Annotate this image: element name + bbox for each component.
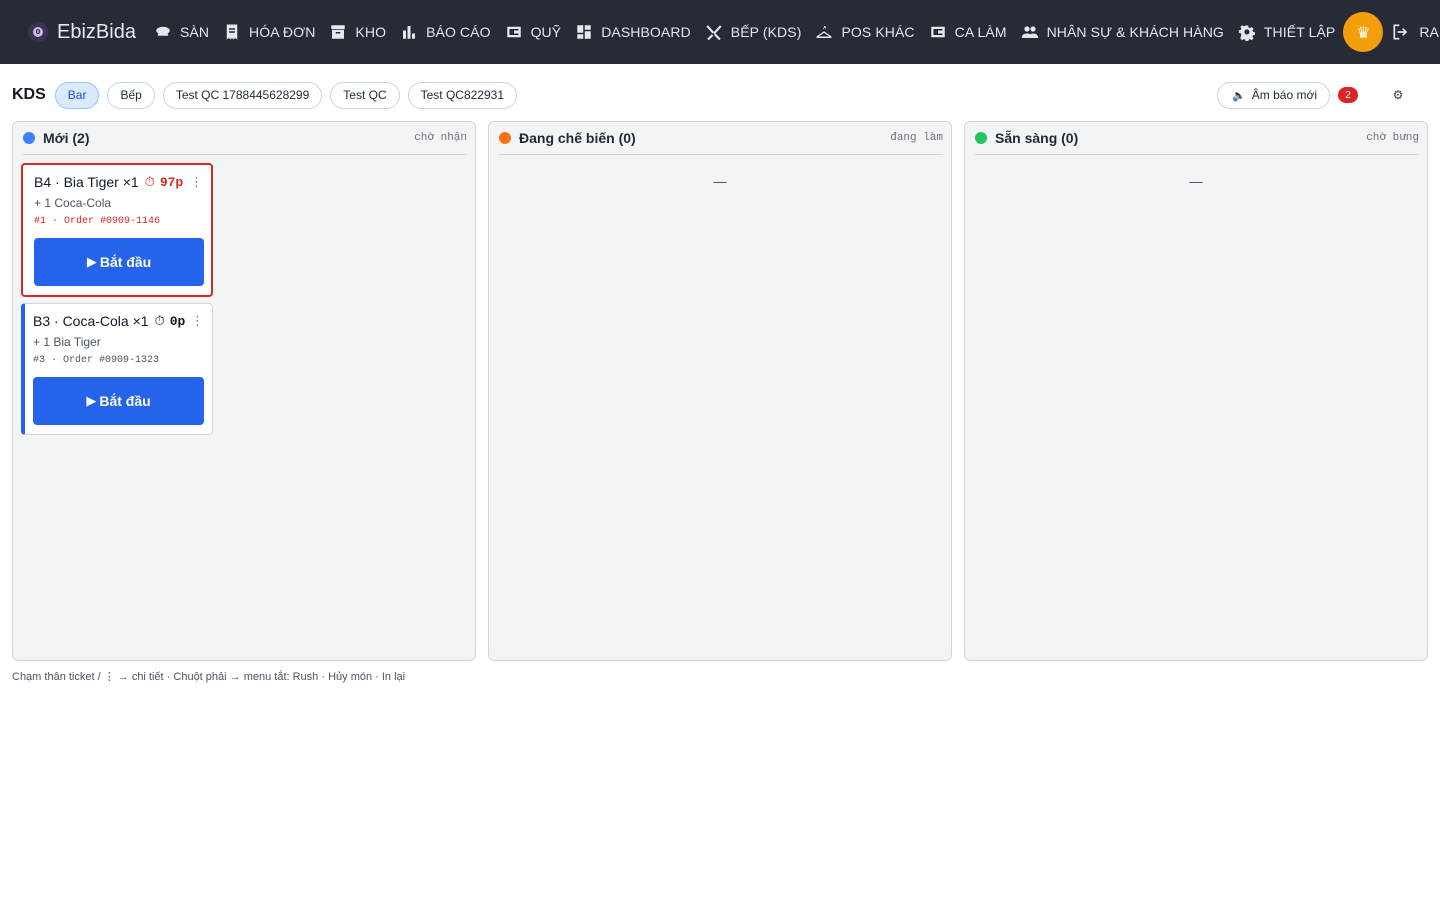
sound-label: Âm báo mới bbox=[1251, 88, 1317, 102]
column-title: Đang chế biến (0) bbox=[519, 130, 636, 146]
hanger-icon bbox=[816, 26, 832, 38]
top-navbar: 0 EbizBida SÀN HÓA ĐƠN KHO BÁO CÁO QUỸ D… bbox=[0, 0, 1440, 64]
column-ready: Sẵn sàng (0) chờ bưng — bbox=[964, 121, 1428, 661]
ticket-title: B4 · Bia Tiger ×1 bbox=[34, 174, 139, 190]
utensils-icon bbox=[706, 25, 722, 41]
nav-item-nhan-su[interactable]: NHÂN SỰ & KHÁCH HÀNG bbox=[1021, 23, 1224, 41]
nav-item-label: BÁO CÁO bbox=[426, 24, 491, 40]
logout-label: RA bbox=[1419, 24, 1439, 40]
nav-item-label: KHO bbox=[355, 24, 387, 40]
crown-icon: ♛ bbox=[1356, 22, 1371, 42]
notification-badge: 2 bbox=[1338, 87, 1358, 103]
start-label: Bắt đầu bbox=[99, 393, 151, 409]
column-subtitle: đang làm bbox=[890, 132, 943, 144]
column-header: Đang chế biến (0) đang làm bbox=[499, 122, 943, 155]
user-avatar[interactable]: ♛ bbox=[1343, 12, 1384, 52]
play-icon: ▶ bbox=[86, 393, 97, 409]
status-dot-icon bbox=[975, 132, 987, 144]
ticket-modifier: + 1 Bia Tiger bbox=[33, 335, 101, 349]
more-options-icon[interactable]: ⋮ bbox=[191, 314, 204, 329]
bar-chart-icon bbox=[403, 26, 416, 39]
empty-placeholder: — bbox=[1189, 174, 1203, 189]
status-dot-icon bbox=[23, 132, 35, 144]
ticket-header: B3 · Coca-Cola ×1 ⏱ 0p ⋮ bbox=[33, 313, 204, 329]
nav-item-label: NHÂN SỰ & KHÁCH HÀNG bbox=[1046, 24, 1224, 40]
ticket-modifier: + 1 Coca-Cola bbox=[34, 196, 112, 210]
ticket-timer: ⏱ 97p bbox=[145, 175, 184, 190]
brand-logo-icon: 0 bbox=[28, 22, 48, 42]
timer-icon: ⏱ bbox=[144, 174, 155, 190]
wallet-icon bbox=[930, 26, 945, 38]
play-icon: ▶ bbox=[86, 254, 97, 270]
station-chip-bep[interactable]: Bếp bbox=[107, 81, 155, 109]
logout-icon bbox=[1393, 24, 1408, 40]
nav-item-bep-kds[interactable]: BẾP (KDS) bbox=[705, 23, 802, 41]
wallet-icon bbox=[506, 26, 521, 38]
ticket-timer: ⏱ 0p bbox=[155, 314, 186, 329]
nav-item-kho[interactable]: KHO bbox=[329, 23, 386, 41]
start-label: Bắt đầu bbox=[99, 254, 152, 270]
timer-icon: ⏱ bbox=[154, 313, 165, 329]
start-button[interactable]: ▶ Bắt đầu bbox=[34, 238, 204, 286]
status-dot-icon bbox=[499, 132, 511, 144]
nav-item-pos-khac[interactable]: POS KHÁC bbox=[815, 23, 915, 41]
brand[interactable]: 0 EbizBida bbox=[28, 21, 136, 44]
ticket-title: B3 · Coca-Cola ×1 bbox=[33, 313, 149, 329]
nav-item-label: CA LÀM bbox=[954, 24, 1007, 40]
kds-toolbar: KDS Bar Bếp Test QC 1788445628299 Test Q… bbox=[12, 81, 1428, 109]
nav-item-ca-lam[interactable]: CA LÀM bbox=[929, 23, 1007, 41]
ticket-card[interactable]: B4 · Bia Tiger ×1 ⏱ 97p ⋮ + 1 Coca-Cola … bbox=[21, 163, 213, 297]
archive-icon bbox=[331, 25, 346, 39]
column-header: Mới (2) chờ nhận bbox=[23, 122, 467, 155]
station-chip-bar[interactable]: Bar bbox=[54, 81, 100, 109]
new-order-sound-button[interactable]: 🔈 Âm báo mới bbox=[1217, 81, 1330, 109]
receipt-icon bbox=[226, 24, 238, 40]
timer-value: 97p bbox=[159, 174, 184, 190]
nav-item-label: THIẾT LẬP bbox=[1263, 24, 1336, 40]
nav-item-san[interactable]: SÀN bbox=[154, 23, 209, 41]
column-in-progress: Đang chế biến (0) đang làm — bbox=[488, 121, 952, 661]
timer-value: 0p bbox=[169, 313, 186, 329]
gear-icon bbox=[1238, 25, 1255, 41]
nav-item-quy[interactable]: QUỸ bbox=[505, 23, 562, 41]
column-title: Mới (2) bbox=[43, 130, 90, 146]
station-chip-test-qc[interactable]: Test QC bbox=[330, 81, 400, 109]
usage-hint: Chạm thân ticket / ⋮ → chi tiết · Chuột … bbox=[12, 671, 406, 683]
nav-item-label: HÓA ĐƠN bbox=[249, 24, 316, 40]
brand-name: EbizBida bbox=[57, 20, 136, 43]
column-title: Sẵn sàng (0) bbox=[995, 130, 1079, 146]
ticket-order-ref: #1 · Order #0909-1146 bbox=[34, 216, 161, 227]
logout-button[interactable]: RA bbox=[1391, 22, 1439, 42]
dashboard-icon bbox=[577, 25, 591, 39]
page-title: KDS bbox=[12, 86, 46, 103]
station-chip-test-qc822931[interactable]: Test QC822931 bbox=[407, 81, 517, 109]
brand-logo-char: 0 bbox=[33, 27, 43, 37]
pool-icon bbox=[156, 26, 170, 36]
column-header: Sẵn sàng (0) chờ bưng bbox=[975, 122, 1419, 155]
ticket-order-ref: #3 · Order #0909-1323 bbox=[33, 355, 160, 366]
empty-placeholder: — bbox=[713, 174, 727, 189]
ticket-header: B4 · Bia Tiger ×1 ⏱ 97p ⋮ bbox=[34, 174, 203, 190]
start-button[interactable]: ▶ Bắt đầu bbox=[33, 377, 204, 425]
ticket-card[interactable]: B3 · Coca-Cola ×1 ⏱ 0p ⋮ + 1 Bia Tiger #… bbox=[21, 303, 213, 435]
more-options-icon[interactable]: ⋮ bbox=[190, 175, 203, 190]
nav-item-hoa-don[interactable]: HÓA ĐƠN bbox=[223, 23, 315, 41]
nav-item-label: DASHBOARD bbox=[601, 24, 691, 40]
speaker-icon: 🔈 bbox=[1232, 88, 1246, 102]
settings-gear-icon[interactable]: ⚙ bbox=[1388, 85, 1408, 105]
column-subtitle: chờ bưng bbox=[1366, 132, 1419, 144]
nav-item-label: BẾP (KDS) bbox=[730, 24, 802, 40]
nav-item-dashboard[interactable]: DASHBOARD bbox=[575, 23, 691, 41]
column-subtitle: chờ nhận bbox=[414, 132, 467, 144]
nav-item-label: POS KHÁC bbox=[841, 24, 915, 40]
station-chip-test-qc-1788445628299[interactable]: Test QC 1788445628299 bbox=[162, 81, 323, 109]
column-new: Mới (2) chờ nhận B4 · Bia Tiger ×1 ⏱ 97p… bbox=[12, 121, 476, 661]
nav-item-thiet-lap[interactable]: THIẾT LẬP bbox=[1238, 23, 1335, 41]
nav-item-label: SÀN bbox=[179, 24, 210, 40]
nav-item-bao-cao[interactable]: BÁO CÁO bbox=[400, 23, 491, 41]
people-icon bbox=[1021, 26, 1038, 38]
nav-item-label: QUỸ bbox=[530, 24, 562, 40]
